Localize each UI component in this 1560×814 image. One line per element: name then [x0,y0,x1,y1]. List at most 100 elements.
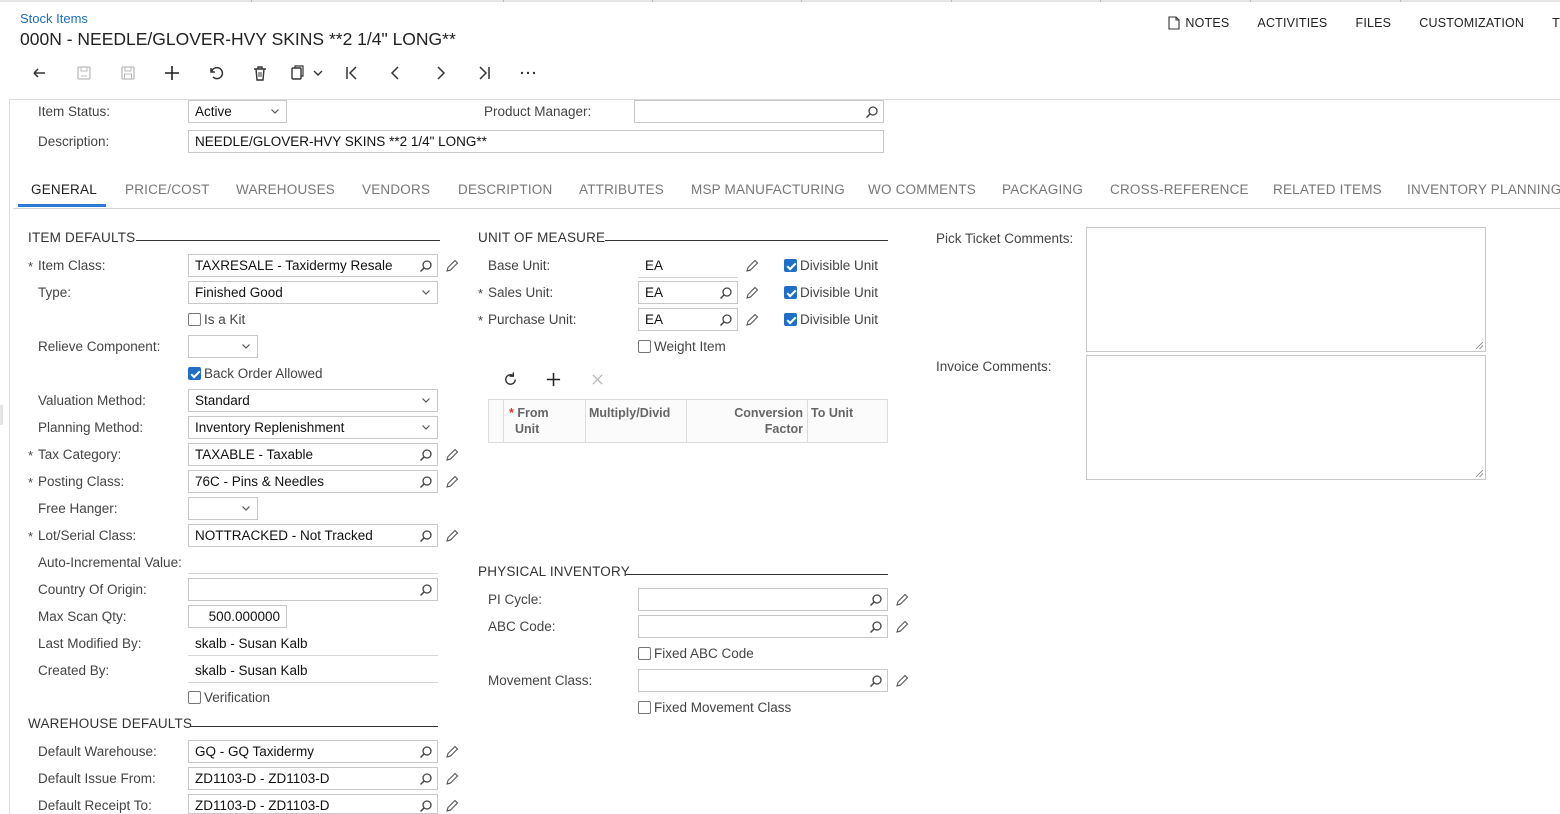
back-button[interactable] [18,60,62,86]
edit-purchase-unit-icon[interactable] [745,313,759,327]
fixed-movement-class-checkbox[interactable]: Fixed Movement Class [638,700,791,715]
search-icon[interactable] [865,105,879,119]
search-icon[interactable] [419,745,433,759]
search-icon[interactable] [719,286,733,300]
weight-item-checkbox[interactable]: Weight Item [638,339,726,354]
type-select[interactable]: Finished Good [188,281,438,304]
search-icon[interactable] [419,799,433,813]
tab-warehouses[interactable]: WAREHOUSES [236,182,335,197]
edit-default-issue-from-icon[interactable] [445,772,459,786]
checkbox-box[interactable] [638,340,651,353]
invoice-comments-textarea[interactable] [1086,355,1486,480]
delete-button[interactable] [238,60,282,86]
search-icon[interactable] [419,259,433,273]
first-record-button[interactable] [330,60,374,86]
edit-abc-code-icon[interactable] [895,620,909,634]
more-button[interactable] [506,60,550,86]
save-close-button[interactable] [62,60,106,86]
checkbox-box[interactable] [638,701,651,714]
notes-button[interactable]: NOTES [1154,16,1243,30]
relieve-component-select[interactable] [188,335,258,358]
edit-lot-serial-class-icon[interactable] [445,529,459,543]
tab-msp-manufacturing[interactable]: MSP MANUFACTURING [691,182,845,197]
pi-cycle-input[interactable] [638,588,888,611]
checkbox-box[interactable] [188,691,201,704]
tab-vendors[interactable]: VENDORS [362,182,430,197]
files-button[interactable]: FILES [1341,16,1405,30]
search-icon[interactable] [419,475,433,489]
fixed-abc-code-checkbox[interactable]: Fixed ABC Code [638,646,754,661]
checkbox-box-checked[interactable] [188,367,201,380]
tab-general[interactable]: GENERAL [31,182,97,197]
from-unit-header[interactable]: * From Unit [509,405,549,437]
checkbox-box[interactable] [188,313,201,326]
edit-default-receipt-to-icon[interactable] [445,799,459,813]
search-icon[interactable] [419,772,433,786]
search-icon[interactable] [419,448,433,462]
checkbox-box-checked[interactable] [784,259,797,272]
checkbox-box-checked[interactable] [784,286,797,299]
is-kit-checkbox[interactable]: Is a Kit [188,312,245,327]
edit-posting-class-icon[interactable] [445,475,459,489]
customization-button[interactable]: CUSTOMIZATION [1405,16,1538,30]
product-manager-input[interactable] [634,100,884,123]
edit-tax-category-icon[interactable] [445,448,459,462]
search-icon[interactable] [419,529,433,543]
search-icon[interactable] [869,620,883,634]
description-input[interactable]: NEEDLE/GLOVER-HVY SKINS **2 1/4" LONG** [188,130,884,153]
search-icon[interactable] [869,593,883,607]
planning-method-select[interactable]: Inventory Replenishment [188,416,438,439]
sales-unit-divisible-checkbox[interactable]: Divisible Unit [784,285,878,300]
undo-button[interactable] [194,60,238,86]
verification-checkbox[interactable]: Verification [188,690,270,705]
checkbox-box-checked[interactable] [784,313,797,326]
tax-category-input[interactable]: TAXABLE - Taxable [188,443,438,466]
conversion-factor-header[interactable]: Conversion Factor [689,405,803,437]
country-of-origin-input[interactable] [188,578,438,601]
lot-serial-class-input[interactable]: NOTTRACKED - Not Tracked [188,524,438,547]
tools-button[interactable]: T [1538,16,1560,30]
edit-sales-unit-icon[interactable] [745,286,759,300]
tab-price-cost[interactable]: PRICE/COST [125,182,210,197]
checkbox-box[interactable] [638,647,651,660]
save-button[interactable] [106,60,150,86]
edit-default-warehouse-icon[interactable] [445,745,459,759]
max-scan-qty-input[interactable]: 500.000000 [188,605,287,628]
valuation-method-select[interactable]: Standard [188,389,438,412]
add-button[interactable] [150,60,194,86]
base-unit-divisible-checkbox[interactable]: Divisible Unit [784,258,878,273]
delete-row-icon[interactable] [590,372,605,387]
movement-class-input[interactable] [638,669,888,692]
search-icon[interactable] [869,674,883,688]
edit-base-unit-icon[interactable] [745,259,759,273]
tab-cross-reference[interactable]: CROSS-REFERENCE [1110,182,1249,197]
next-button[interactable] [418,60,462,86]
pick-ticket-comments-textarea[interactable] [1086,227,1486,352]
refresh-icon[interactable] [502,371,519,388]
purchase-unit-divisible-checkbox[interactable]: Divisible Unit [784,312,878,327]
tab-related-items[interactable]: RELATED ITEMS [1273,182,1382,197]
edit-pi-cycle-icon[interactable] [895,593,909,607]
sales-unit-input[interactable]: EA [638,281,738,304]
tab-attributes[interactable]: ATTRIBUTES [579,182,664,197]
multiply-divide-header[interactable]: Multiply/Divid [589,405,670,421]
add-row-icon[interactable] [545,371,562,388]
default-warehouse-input[interactable]: GQ - GQ Taxidermy [188,740,438,763]
copy-paste-button[interactable] [282,60,330,86]
tab-wo-comments[interactable]: WO COMMENTS [868,182,976,197]
default-issue-from-input[interactable]: ZD1103-D - ZD1103-D [188,767,438,790]
abc-code-input[interactable] [638,615,888,638]
breadcrumb[interactable]: Stock Items [20,11,88,26]
search-icon[interactable] [419,583,433,597]
tab-description[interactable]: DESCRIPTION [458,182,552,197]
edit-movement-class-icon[interactable] [895,674,909,688]
item-status-select[interactable]: Active [188,100,287,123]
to-unit-header[interactable]: To Unit [811,405,853,421]
posting-class-input[interactable]: 76C - Pins & Needles [188,470,438,493]
search-icon[interactable] [719,313,733,327]
previous-button[interactable] [374,60,418,86]
last-record-button[interactable] [462,60,506,86]
default-receipt-to-input[interactable]: ZD1103-D - ZD1103-D [188,794,438,814]
purchase-unit-input[interactable]: EA [638,308,738,331]
back-order-checkbox[interactable]: Back Order Allowed [188,366,323,381]
